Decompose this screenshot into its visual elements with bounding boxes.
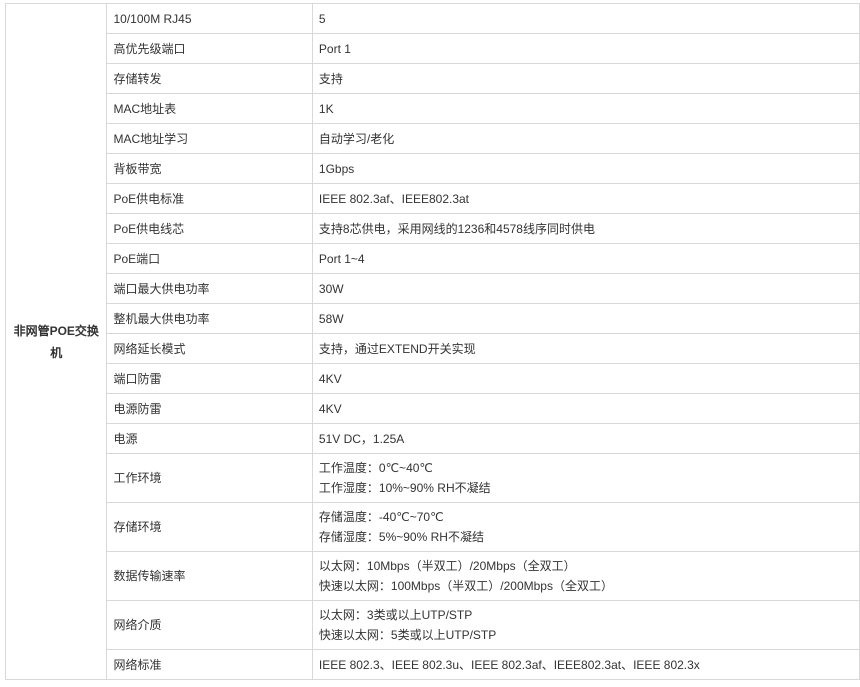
- spec-value-line: 以太网：10Mbps（半双工）/20Mbps（全双工）: [318, 559, 576, 573]
- spec-value-line: 58W: [318, 311, 344, 326]
- spec-value: Port 1: [311, 33, 860, 64]
- spec-value-line: 51V DC，1.25A: [318, 431, 405, 446]
- spec-value-line: IEEE 802.3、IEEE 802.3u、IEEE 802.3af、IEEE…: [318, 657, 700, 672]
- spec-label: 网络标准: [106, 649, 313, 680]
- spec-row: 端口最大供电功率 30W: [6, 273, 860, 304]
- spec-value: 30W: [311, 273, 860, 304]
- spec-value-line: 1K: [318, 101, 334, 116]
- spec-row: 网络介质 以太网：3类或以上UTP/STP 快速以太网：5类或以上UTP/STP: [6, 600, 860, 650]
- spec-value: 58W: [311, 303, 860, 334]
- spec-row: PoE供电线芯 支持8芯供电，采用网线的1236和4578线序同时供电: [6, 213, 860, 244]
- spec-label: 数据传输速率: [106, 551, 313, 601]
- spec-value: 1K: [311, 93, 860, 124]
- spec-label: 工作环境: [106, 453, 313, 503]
- spec-value: 4KV: [311, 393, 860, 424]
- spec-row: 工作环境 工作温度：0℃~40℃ 工作湿度：10%~90% RH不凝结: [6, 453, 860, 503]
- spec-label: 网络延长模式: [106, 333, 313, 364]
- spec-label: 端口防雷: [106, 363, 313, 394]
- spec-value-line: 工作温度：0℃~40℃: [318, 461, 433, 475]
- spec-row: 存储转发 支持: [6, 63, 860, 94]
- spec-value: 51V DC，1.25A: [311, 423, 860, 454]
- spec-row: 数据传输速率 以太网：10Mbps（半双工）/20Mbps（全双工） 快速以太网：1…: [6, 551, 860, 601]
- spec-table: 非网管POE交换机 10/100M RJ45 5 高优先级端口 Port 1 存储转发 支持…: [4, 3, 860, 680]
- spec-value-line: Port 1: [318, 41, 351, 56]
- spec-value: 自动学习/老化: [311, 123, 860, 154]
- spec-row: 电源防雷 4KV: [6, 393, 860, 424]
- spec-label: 电源防雷: [106, 393, 313, 424]
- spec-label: 整机最大供电功率: [106, 303, 313, 334]
- spec-label: MAC地址学习: [106, 123, 313, 154]
- spec-row: 网络标准 IEEE 802.3、IEEE 802.3u、IEEE 802.3af、…: [6, 649, 860, 680]
- spec-row: PoE供电标准 IEEE 802.3af、IEEE802.3at: [6, 183, 860, 214]
- spec-value-line: 30W: [318, 281, 344, 296]
- spec-value-line: 自动学习/老化: [318, 131, 395, 146]
- spec-value: 以太网：3类或以上UTP/STP 快速以太网：5类或以上UTP/STP: [311, 600, 860, 650]
- spec-row: 端口防雷 4KV: [6, 363, 860, 394]
- spec-table-container: 非网管POE交换机 10/100M RJ45 5 高优先级端口 Port 1 存储转发 支持…: [4, 3, 860, 680]
- spec-row: 非网管POE交换机 10/100M RJ45 5: [4, 3, 860, 680]
- spec-value-line: 支持: [318, 71, 343, 86]
- spec-value: 4KV: [311, 363, 860, 394]
- spec-label: 存储环境: [106, 502, 313, 552]
- spec-label: 网络介质: [106, 600, 313, 650]
- spec-label: MAC地址表: [106, 93, 313, 124]
- spec-label: 存储转发: [106, 63, 313, 94]
- spec-value: IEEE 802.3af、IEEE802.3at: [311, 183, 860, 214]
- spec-value: 1Gbps: [311, 153, 860, 184]
- spec-value-line: Port 1~4: [318, 251, 365, 266]
- spec-label: 背板带宽: [106, 153, 313, 184]
- spec-label: PoE端口: [106, 243, 313, 274]
- spec-label: PoE供电标准: [106, 183, 313, 214]
- spec-row: 电源 51V DC，1.25A: [6, 423, 860, 454]
- spec-label: 10/100M RJ45: [106, 3, 313, 34]
- spec-value: 支持，通过EXTEND开关实现: [311, 333, 860, 364]
- product-category-cell: 非网管POE交换机: [4, 3, 108, 680]
- spec-row: 高优先级端口 Port 1: [6, 33, 860, 64]
- spec-value: 支持8芯供电，采用网线的1236和4578线序同时供电: [311, 213, 860, 244]
- spec-value: 存储温度：-40℃~70℃ 存储湿度：5%~90% RH不凝结: [311, 502, 860, 552]
- spec-value: Port 1~4: [311, 243, 860, 274]
- spec-value-line: 支持，通过EXTEND开关实现: [318, 341, 476, 356]
- spec-value: 以太网：10Mbps（半双工）/20Mbps（全双工） 快速以太网：100Mbps…: [311, 551, 860, 601]
- spec-value-line: 快速以太网：5类或以上UTP/STP: [318, 628, 497, 642]
- spec-table-body: 非网管POE交换机 10/100M RJ45 5 高优先级端口 Port 1 存储转发 支持…: [4, 3, 860, 680]
- spec-value-line: 1Gbps: [318, 161, 355, 176]
- spec-label: 高优先级端口: [106, 33, 313, 64]
- spec-label: PoE供电线芯: [106, 213, 313, 244]
- spec-row: MAC地址表 1K: [6, 93, 860, 124]
- spec-value-line: 4KV: [318, 401, 342, 416]
- spec-row: 存储环境 存储温度：-40℃~70℃ 存储湿度：5%~90% RH不凝结: [6, 502, 860, 552]
- spec-label: 端口最大供电功率: [106, 273, 313, 304]
- spec-row: 网络延长模式 支持，通过EXTEND开关实现: [6, 333, 860, 364]
- spec-label: 电源: [106, 423, 313, 454]
- spec-row: PoE端口 Port 1~4: [6, 243, 860, 274]
- spec-value: 工作温度：0℃~40℃ 工作湿度：10%~90% RH不凝结: [311, 453, 860, 503]
- spec-value-line: 存储温度：-40℃~70℃: [318, 510, 444, 524]
- spec-value-line: 以太网：3类或以上UTP/STP: [318, 608, 473, 622]
- spec-value-line: 5: [318, 11, 326, 26]
- spec-row: MAC地址学习 自动学习/老化: [6, 123, 860, 154]
- spec-value-line: 存储湿度：5%~90% RH不凝结: [318, 530, 484, 544]
- spec-value-line: 支持8芯供电，采用网线的1236和4578线序同时供电: [318, 221, 595, 236]
- spec-value: 5: [311, 3, 860, 34]
- spec-value: IEEE 802.3、IEEE 802.3u、IEEE 802.3af、IEEE…: [311, 649, 860, 680]
- spec-row: 整机最大供电功率 58W: [6, 303, 860, 334]
- spec-value-line: 4KV: [318, 371, 342, 386]
- spec-value-line: IEEE 802.3af、IEEE802.3at: [318, 191, 470, 206]
- spec-value-line: 工作湿度：10%~90% RH不凝结: [318, 481, 491, 495]
- spec-row: 背板带宽 1Gbps: [6, 153, 860, 184]
- spec-value: 支持: [311, 63, 860, 94]
- spec-value-line: 快速以太网：100Mbps（半双工）/200Mbps（全双工）: [318, 579, 613, 593]
